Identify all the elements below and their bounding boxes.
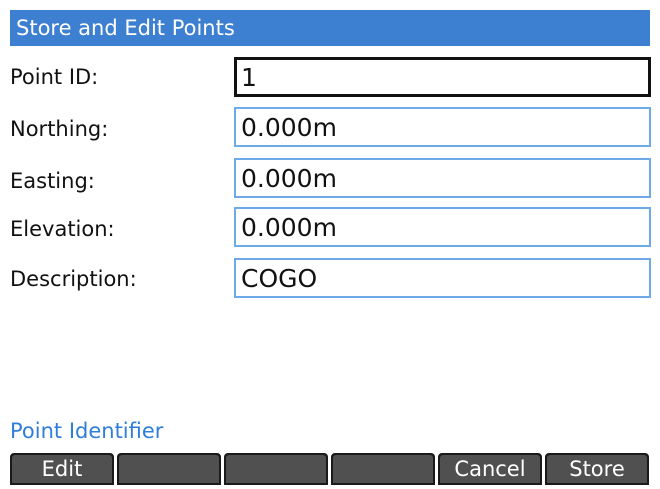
cancel-softkey[interactable]: Cancel — [438, 453, 542, 485]
point-id-label: Point ID: — [10, 65, 99, 89]
screen-title: Store and Edit Points — [16, 16, 235, 40]
northing-value: 0.000m — [241, 113, 337, 142]
edit-softkey[interactable]: Edit — [10, 453, 114, 485]
calculator-screen: Store and Edit Points Point ID: 1 Northi… — [0, 0, 660, 489]
empty-softkey-3[interactable] — [224, 453, 328, 485]
edit-softkey-label: Edit — [41, 457, 83, 481]
softkey-bar: Edit Cancel Store — [10, 453, 650, 485]
easting-value: 0.000m — [241, 164, 337, 193]
easting-label: Easting: — [10, 169, 95, 193]
empty-softkey-4[interactable] — [331, 453, 435, 485]
easting-field[interactable]: 0.000m — [234, 158, 651, 198]
point-id-value: 1 — [241, 63, 257, 92]
title-bar: Store and Edit Points — [10, 10, 650, 46]
northing-field[interactable]: 0.000m — [234, 107, 651, 147]
help-text: Point Identifier — [10, 419, 164, 443]
cancel-softkey-label: Cancel — [454, 457, 526, 481]
store-softkey-label: Store — [569, 457, 625, 481]
store-softkey[interactable]: Store — [545, 453, 649, 485]
northing-label: Northing: — [10, 117, 109, 141]
elevation-value: 0.000m — [241, 213, 337, 242]
empty-softkey-2[interactable] — [117, 453, 221, 485]
elevation-field[interactable]: 0.000m — [234, 207, 651, 247]
description-label: Description: — [10, 267, 137, 291]
elevation-label: Elevation: — [10, 217, 115, 241]
description-field[interactable]: COGO — [234, 258, 651, 298]
description-value: COGO — [241, 264, 318, 293]
point-id-field[interactable]: 1 — [234, 57, 651, 97]
